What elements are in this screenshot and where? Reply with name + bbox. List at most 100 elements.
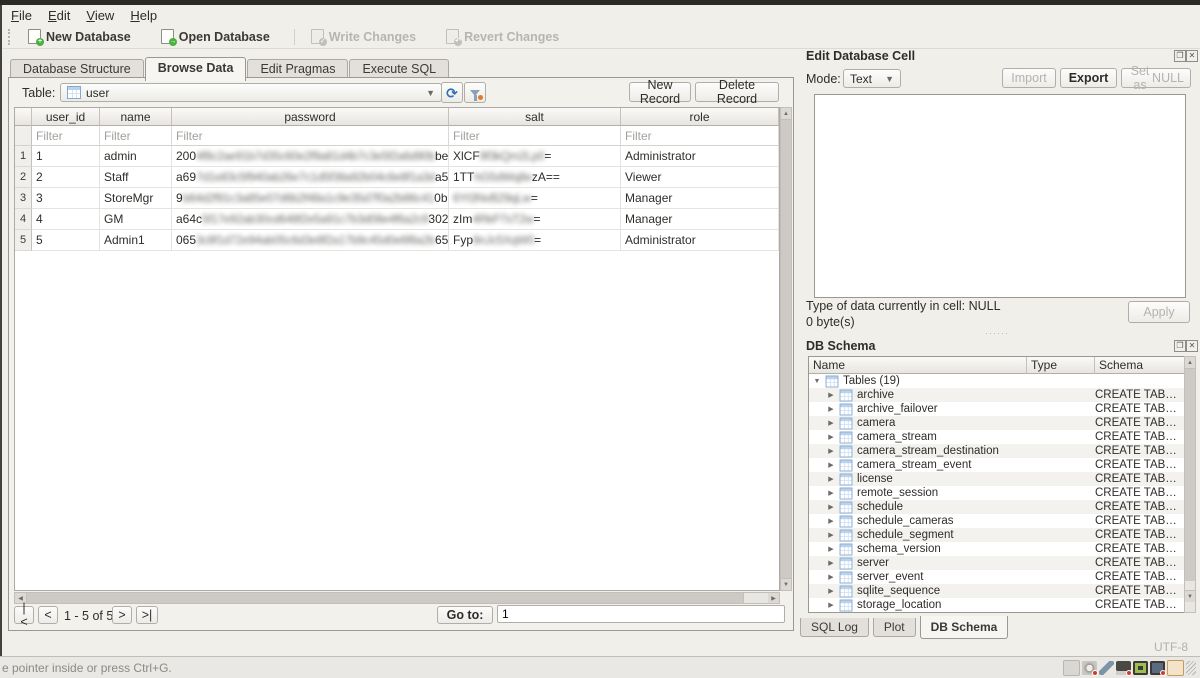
cell-password[interactable]: a64c5f17e92ab30cd648f2e5a91c7b3d08e4f6a2… [172,209,449,230]
previous-record-button[interactable]: < [38,606,58,624]
cell-user-id[interactable]: 2 [32,167,100,188]
collapse-arrow-icon[interactable]: ▶ [827,405,835,413]
vm-display-icon[interactable] [1063,660,1080,676]
collapse-arrow-icon[interactable]: ▶ [827,531,835,539]
collapse-arrow-icon[interactable]: ▶ [827,447,835,455]
cell-salt[interactable]: zIm4RkP7sT2w= [449,209,621,230]
schema-column-type[interactable]: Type [1027,357,1095,374]
row-number[interactable]: 2 [15,167,32,188]
vm-usb-icon[interactable] [1099,661,1114,675]
collapse-arrow-icon[interactable]: ▶ [827,475,835,483]
tab-execute-sql[interactable]: Execute SQL [349,59,449,79]
goto-button[interactable]: Go to: [437,606,493,624]
cell-salt[interactable]: 6Yt3NvB29qLw= [449,188,621,209]
tab-plot[interactable]: Plot [873,618,916,637]
row-number[interactable]: 3 [15,188,32,209]
mode-selector[interactable]: Text ▼ [843,69,901,88]
menu-file[interactable]: File [11,8,32,23]
collapse-arrow-icon[interactable]: ▶ [827,391,835,399]
filter-password[interactable] [172,126,449,146]
tree-row-table[interactable]: ▶archive CREATE TAB… [809,388,1195,402]
delete-record-button[interactable]: Delete Record [695,82,779,102]
tab-db-schema[interactable]: DB Schema [920,616,1009,639]
splitter-handle[interactable]: ······ [985,328,1009,338]
tree-row-table[interactable]: ▶camera_stream CREATE TAB… [809,430,1195,444]
menu-view[interactable]: View [86,8,114,23]
collapse-arrow-icon[interactable]: ▶ [827,461,835,469]
row-number[interactable]: 1 [15,146,32,167]
cell-password[interactable]: 2004f8c2ae91b7d35c60e2f9a81d4b7c3e5f2a6d… [172,146,449,167]
tab-browse-data[interactable]: Browse Data [145,57,247,81]
cell-role[interactable]: Manager [621,188,779,209]
cell-password[interactable]: 9b64d2f91c3a85e07d6b2f48a1c9e35d7f0a2b86… [172,188,449,209]
collapse-arrow-icon[interactable]: ▶ [827,545,835,553]
column-header-password[interactable]: password [172,108,449,126]
tree-row-table[interactable]: ▶camera CREATE TAB… [809,416,1195,430]
column-header-role[interactable]: role [621,108,779,126]
tree-row-table[interactable]: ▶remote_session CREATE TAB… [809,486,1195,500]
tab-database-structure[interactable]: Database Structure [10,59,144,79]
tree-row-table[interactable]: ▶sqlite_sequence CREATE TAB… [809,584,1195,598]
float-panel-icon[interactable]: ❐ [1174,50,1186,62]
tree-row-tables-root[interactable]: ▼Tables (19) [809,374,1195,388]
scroll-down-arrow[interactable]: ▼ [1185,590,1195,602]
menu-edit[interactable]: Edit [48,8,70,23]
vm-network-icon[interactable] [1150,661,1165,675]
cell-user-id[interactable]: 5 [32,230,100,251]
cell-salt[interactable]: 1TThG5dWq8ezA== [449,167,621,188]
cell-name[interactable]: Staff [100,167,172,188]
scroll-right-arrow[interactable]: ▶ [768,593,779,603]
tree-row-table[interactable]: ▶schema_version CREATE TAB… [809,542,1195,556]
cell-name[interactable]: admin [100,146,172,167]
export-button[interactable]: Export [1060,68,1117,88]
toolbar-drag-handle[interactable] [8,29,14,45]
close-panel-icon[interactable]: ✕ [1186,340,1198,352]
tree-row-table[interactable]: ▶archive_failover CREATE TAB… [809,402,1195,416]
filter-salt[interactable] [449,126,621,146]
clear-filters-button[interactable] [464,82,486,103]
collapse-arrow-icon[interactable]: ▶ [827,601,835,609]
expand-arrow-icon[interactable]: ▼ [813,378,821,385]
collapse-arrow-icon[interactable]: ▶ [827,503,835,511]
vm-shared-folder-icon[interactable] [1167,660,1184,676]
resize-grip[interactable] [1186,661,1196,675]
schema-column-schema[interactable]: Schema [1095,357,1185,374]
scroll-up-arrow[interactable]: ▲ [1185,357,1195,369]
cell-password[interactable]: 0653c8f1d72e94ab05c6d3e8f2a17b9c45d0e6f8… [172,230,449,251]
column-header-user-id[interactable]: user_id [32,108,100,126]
cell-user-id[interactable]: 3 [32,188,100,209]
collapse-arrow-icon[interactable]: ▶ [827,433,835,441]
collapse-arrow-icon[interactable]: ▶ [827,587,835,595]
tree-row-table[interactable]: ▶server_event CREATE TAB… [809,570,1195,584]
vm-floppy-icon[interactable] [1116,661,1131,675]
schema-column-name[interactable]: Name [809,357,1027,374]
grid-vertical-scrollbar[interactable]: ▲ ▼ [780,107,792,591]
cell-name[interactable]: Admin1 [100,230,172,251]
cell-role[interactable]: Manager [621,209,779,230]
filter-user-id[interactable] [32,126,100,146]
tree-row-table[interactable]: ▶camera_stream_destination CREATE TAB… [809,444,1195,458]
scroll-thumb[interactable] [26,593,744,603]
scroll-thumb[interactable] [1185,369,1195,581]
new-record-button[interactable]: New Record [629,82,691,102]
new-database-button[interactable]: + New Database [20,27,139,46]
cell-salt[interactable]: Fyp8nJc5XqW0= [449,230,621,251]
cell-role[interactable]: Administrator [621,230,779,251]
cell-user-id[interactable]: 1 [32,146,100,167]
collapse-arrow-icon[interactable]: ▶ [827,419,835,427]
row-number[interactable]: 4 [15,209,32,230]
tree-row-table[interactable]: ▶schedule_cameras CREATE TAB… [809,514,1195,528]
tree-row-table[interactable]: ▶schedule CREATE TAB… [809,500,1195,514]
cell-name[interactable]: GM [100,209,172,230]
first-record-button[interactable]: |< [14,606,34,624]
tree-row-table[interactable]: ▶camera_stream_event CREATE TAB… [809,458,1195,472]
refresh-button[interactable]: ⟳ [441,82,463,103]
last-record-button[interactable]: >| [136,606,158,624]
vm-screen-icon[interactable] [1133,661,1148,675]
float-panel-icon[interactable]: ❐ [1174,340,1186,352]
collapse-arrow-icon[interactable]: ▶ [827,517,835,525]
grid-horizontal-scrollbar[interactable]: ◀ ▶ [14,592,780,604]
cell-name[interactable]: StoreMgr [100,188,172,209]
tree-row-table[interactable]: ▶storage_location CREATE TAB… [809,598,1195,612]
tree-row-table[interactable]: ▶schedule_segment CREATE TAB… [809,528,1195,542]
